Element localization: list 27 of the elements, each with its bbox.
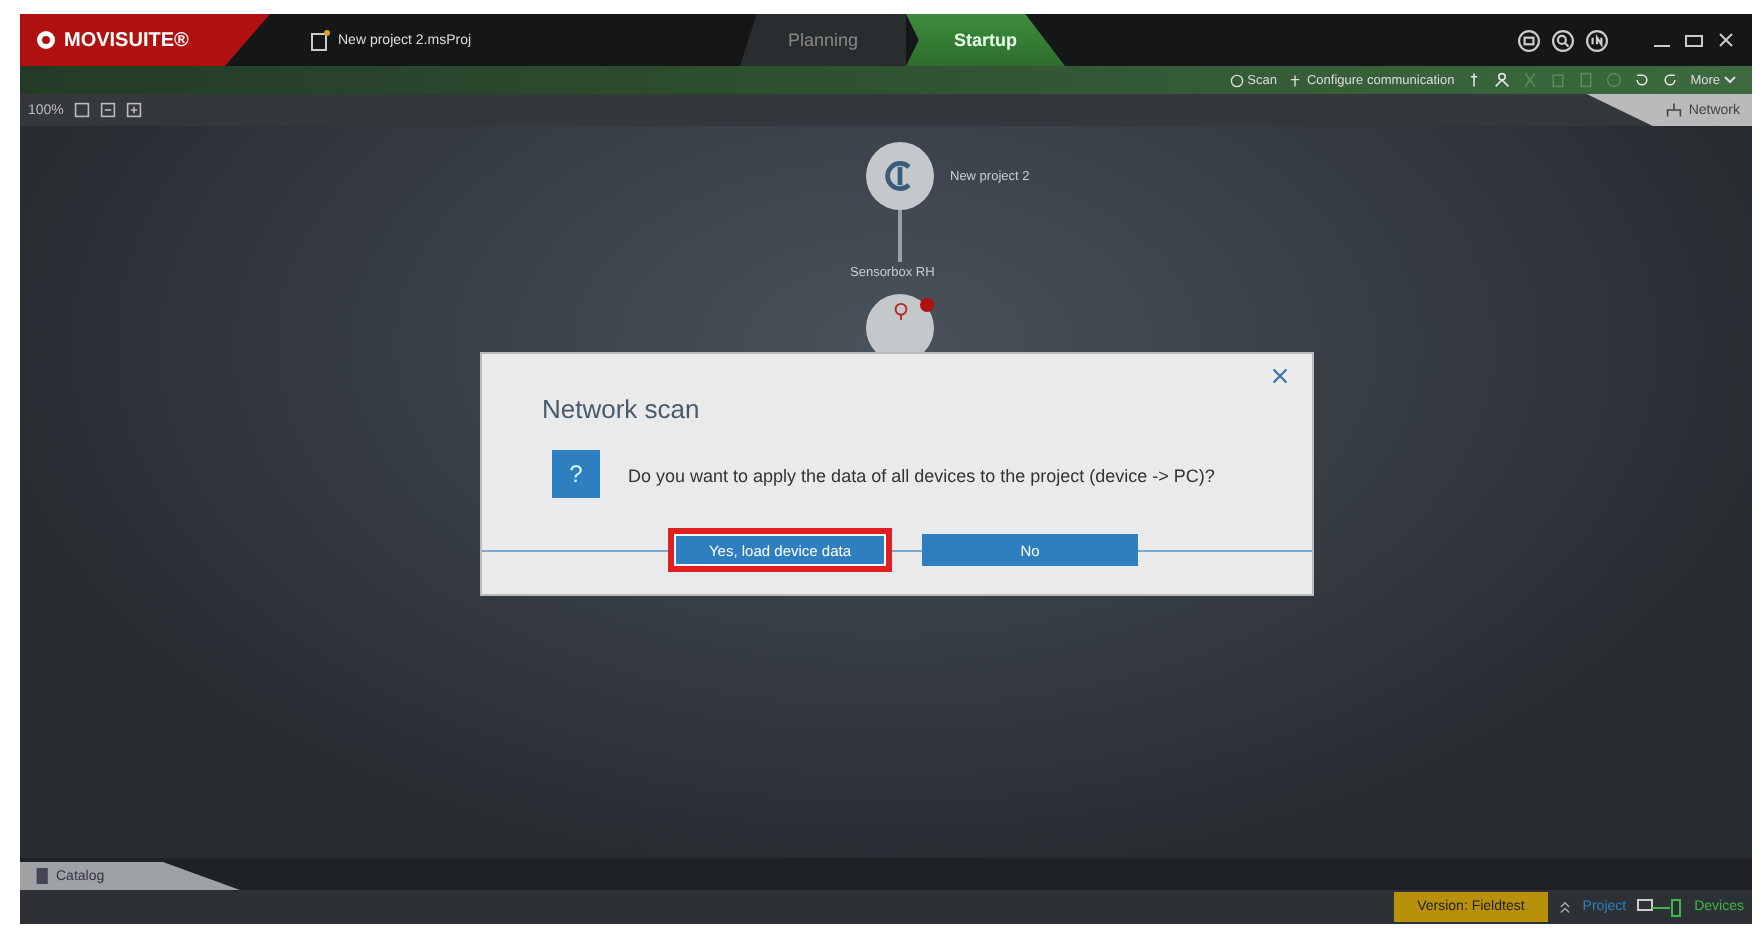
network-icon xyxy=(1666,102,1683,118)
connection-icon xyxy=(1636,897,1685,917)
collapse-up-icon[interactable] xyxy=(1558,900,1573,914)
logo-icon xyxy=(36,30,56,50)
language-icon[interactable] xyxy=(1586,29,1608,51)
search-icon[interactable] xyxy=(1552,29,1574,51)
sensor-icon xyxy=(891,302,909,320)
undo-icon[interactable] xyxy=(1634,72,1651,88)
close-icon[interactable] xyxy=(1716,30,1736,50)
collapse-icon[interactable] xyxy=(99,102,116,118)
catalog-icon xyxy=(36,868,50,884)
person-icon[interactable] xyxy=(1494,72,1511,88)
project-node[interactable] xyxy=(866,142,934,210)
monitor-icon[interactable] xyxy=(1518,29,1540,51)
connection-line xyxy=(898,210,902,262)
question-icon: ? xyxy=(552,450,600,498)
maximize-icon[interactable] xyxy=(1684,30,1704,50)
error-badge xyxy=(920,298,934,312)
expand-icon[interactable] xyxy=(125,102,142,118)
workflow-tab[interactable]: Startup xyxy=(906,14,1066,66)
redo-icon[interactable] xyxy=(1662,72,1679,88)
dialog-message: Do you want to apply the data of all devices to the project (device -> PC)? xyxy=(628,466,1215,486)
workflow-tab[interactable]: Planning xyxy=(740,14,907,66)
dialog-title: Network scan xyxy=(542,394,700,424)
app-logo: MOVISUITE® xyxy=(20,14,270,66)
project-file-icon[interactable] xyxy=(310,29,330,51)
chevron-down-icon xyxy=(1724,76,1736,84)
